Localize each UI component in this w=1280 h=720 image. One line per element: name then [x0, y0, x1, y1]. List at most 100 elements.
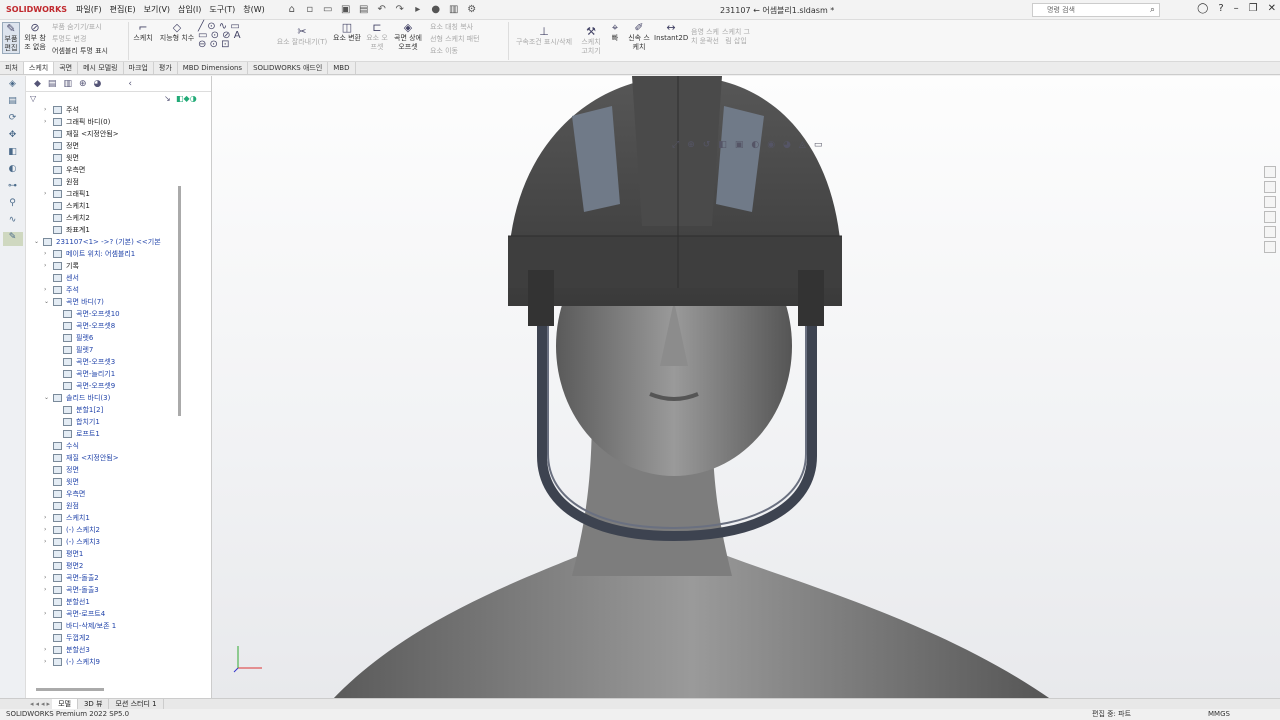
- quick-snaps-button[interactable]: ⌖ 빠: [606, 22, 624, 43]
- design-library-icon[interactable]: [1264, 181, 1276, 193]
- display-state-cell[interactable]: [186, 392, 212, 404]
- display-state-cell[interactable]: [186, 236, 212, 248]
- assembly-transparency-button[interactable]: 어셈블리 투명 표시: [52, 47, 124, 56]
- tree-node[interactable]: 정면: [26, 140, 176, 152]
- filter-icon[interactable]: ⚲: [3, 198, 23, 212]
- display-state-cell[interactable]: [186, 404, 212, 416]
- rotate-icon[interactable]: ⟳: [3, 113, 23, 127]
- tree-vertical-scrollbar[interactable]: [178, 186, 181, 416]
- repair-sketch-button[interactable]: ⚒ 스케치 고치기: [578, 26, 604, 56]
- view-settings-icon[interactable]: ▭: [814, 140, 823, 150]
- user-icon[interactable]: ◯: [1197, 3, 1208, 14]
- expand-toggle-icon[interactable]: ›: [44, 524, 52, 536]
- trim-entities-button[interactable]: ✂ 요소 잘라내기(T): [276, 26, 328, 47]
- rapid-sketch-button[interactable]: ✐ 신속 스케치: [626, 22, 652, 52]
- expand-toggle-icon[interactable]: ›: [44, 116, 52, 128]
- change-transparency-button[interactable]: 투명도 변경: [52, 35, 122, 44]
- tree-node[interactable]: ⌄ 솔리드 바디(3): [26, 392, 176, 404]
- display-state-cell[interactable]: [186, 332, 212, 344]
- expand-toggle-icon[interactable]: ›: [44, 104, 52, 116]
- sketch-tool-icon[interactable]: ✎: [2, 232, 23, 246]
- file-explorer-icon[interactable]: [1264, 196, 1276, 208]
- tree-node[interactable]: 재질 <지정안됨>: [26, 128, 176, 140]
- save-icon[interactable]: ▣: [339, 4, 353, 16]
- display-state-cell[interactable]: [186, 224, 212, 236]
- tab-solidworks-addins[interactable]: SOLIDWORKS 애드인: [248, 62, 329, 74]
- tree-node[interactable]: 필렛6: [26, 332, 176, 344]
- view-orientation-icon[interactable]: ▣: [735, 140, 744, 150]
- tree-node[interactable]: ⌄ 231107<1> ->? (기본) <<기본: [26, 236, 176, 248]
- display-state-cell[interactable]: [186, 440, 212, 452]
- shaded-sketch-contours-button[interactable]: 음영 스케치 윤곽선: [690, 28, 720, 46]
- menu-edit[interactable]: 편집(E): [110, 4, 136, 15]
- filter-icon[interactable]: ▽: [30, 94, 36, 103]
- expand-toggle-icon[interactable]: ›: [44, 644, 52, 656]
- expand-toggle-icon[interactable]: ›: [44, 608, 52, 620]
- options-gear-icon[interactable]: ⚙: [465, 4, 479, 16]
- tree-node[interactable]: 재질 <지정안됨>: [26, 452, 176, 464]
- display-state-cell[interactable]: [186, 320, 212, 332]
- minimize-icon[interactable]: –: [1234, 3, 1239, 14]
- tree-node[interactable]: 분할1[2]: [26, 404, 176, 416]
- new-icon[interactable]: ▫: [303, 4, 317, 16]
- scenes-icon[interactable]: ◬: [799, 140, 806, 150]
- tree-node[interactable]: 윗면: [26, 152, 176, 164]
- redo-icon[interactable]: ↷: [393, 4, 407, 16]
- tree-node[interactable]: 정면: [26, 464, 176, 476]
- close-icon[interactable]: ✕: [1268, 3, 1276, 14]
- display-state-cell[interactable]: [186, 284, 212, 296]
- appearances-icon[interactable]: [1264, 226, 1276, 238]
- display-state-cell[interactable]: [186, 128, 212, 140]
- tab-evaluate[interactable]: 평가: [154, 62, 178, 74]
- linear-pattern-button[interactable]: 선형 스케치 패턴: [430, 35, 500, 44]
- tree-node[interactable]: 곡면-오프셋3: [26, 356, 176, 368]
- tree-node[interactable]: 스케치2: [26, 212, 176, 224]
- property-manager-tab-icon[interactable]: ▤: [48, 79, 57, 89]
- search-icon[interactable]: ⌕: [1150, 4, 1155, 16]
- tab-markup[interactable]: 마크업: [124, 62, 154, 74]
- display-state-cell[interactable]: [186, 560, 212, 572]
- display-state-cell[interactable]: [186, 212, 212, 224]
- display-state-cell[interactable]: [186, 488, 212, 500]
- tree-node[interactable]: › 분할선3: [26, 644, 176, 656]
- previous-view-icon[interactable]: ↺: [703, 140, 711, 150]
- display-state-cell[interactable]: [186, 152, 212, 164]
- display-state-cell[interactable]: [186, 584, 212, 596]
- display-state-cell[interactable]: [186, 200, 212, 212]
- hide-show-items-icon[interactable]: ◉: [767, 140, 775, 150]
- tab-sketch[interactable]: 스케치: [23, 62, 55, 74]
- smart-dimension-button[interactable]: ◇ 지능형 치수: [158, 22, 196, 43]
- file-properties-icon[interactable]: ▥: [447, 4, 461, 16]
- tree-node[interactable]: 바디-삭제/보존 1: [26, 620, 176, 632]
- display-state-cell[interactable]: [186, 464, 212, 476]
- display-state-cell[interactable]: [186, 524, 212, 536]
- display-state-cell[interactable]: [186, 572, 212, 584]
- display-state-cell[interactable]: [186, 356, 212, 368]
- display-state-cell[interactable]: [186, 104, 212, 116]
- tree-node[interactable]: 원점: [26, 176, 176, 188]
- tab-mbd[interactable]: MBD: [328, 62, 356, 74]
- tree-node[interactable]: 곡면-늘리기1: [26, 368, 176, 380]
- menu-tools[interactable]: 도구(T): [209, 4, 235, 15]
- solidworks-logo[interactable]: SOLIDWORKS: [6, 5, 67, 14]
- unit-system[interactable]: MMGS: [1208, 709, 1230, 720]
- tree-node[interactable]: 곡면-오프셋8: [26, 320, 176, 332]
- tree-node[interactable]: 합치기1: [26, 416, 176, 428]
- sketch-entities-group[interactable]: ╱ ⊙ ∿ ▭ ▭ ⊙ ⊘ A ⊖ ⊙ ⊡: [198, 22, 270, 50]
- menu-view[interactable]: 보기(V): [144, 4, 170, 15]
- section-icon[interactable]: ◧: [3, 147, 23, 161]
- instant2d-button[interactable]: ↔ Instant2D: [654, 22, 688, 43]
- sketch-picture-button[interactable]: 스케치 그림 삽입: [722, 28, 750, 46]
- expand-toggle-icon[interactable]: ›: [44, 572, 52, 584]
- appearance-icon[interactable]: ◐: [3, 164, 23, 178]
- tree-node[interactable]: 윗면: [26, 476, 176, 488]
- collapse-panel-icon[interactable]: ‹: [128, 79, 132, 89]
- expand-toggle-icon[interactable]: ›: [44, 656, 52, 668]
- zoom-to-fit-icon[interactable]: ⤢: [672, 140, 679, 150]
- model-view[interactable]: [212, 76, 1280, 700]
- select-icon[interactable]: ▸: [411, 4, 425, 16]
- edit-appearance-icon[interactable]: ◕: [783, 140, 791, 150]
- tree-node[interactable]: 스케치1: [26, 200, 176, 212]
- display-state-cell[interactable]: [186, 656, 212, 668]
- tree-node[interactable]: › 주석: [26, 104, 176, 116]
